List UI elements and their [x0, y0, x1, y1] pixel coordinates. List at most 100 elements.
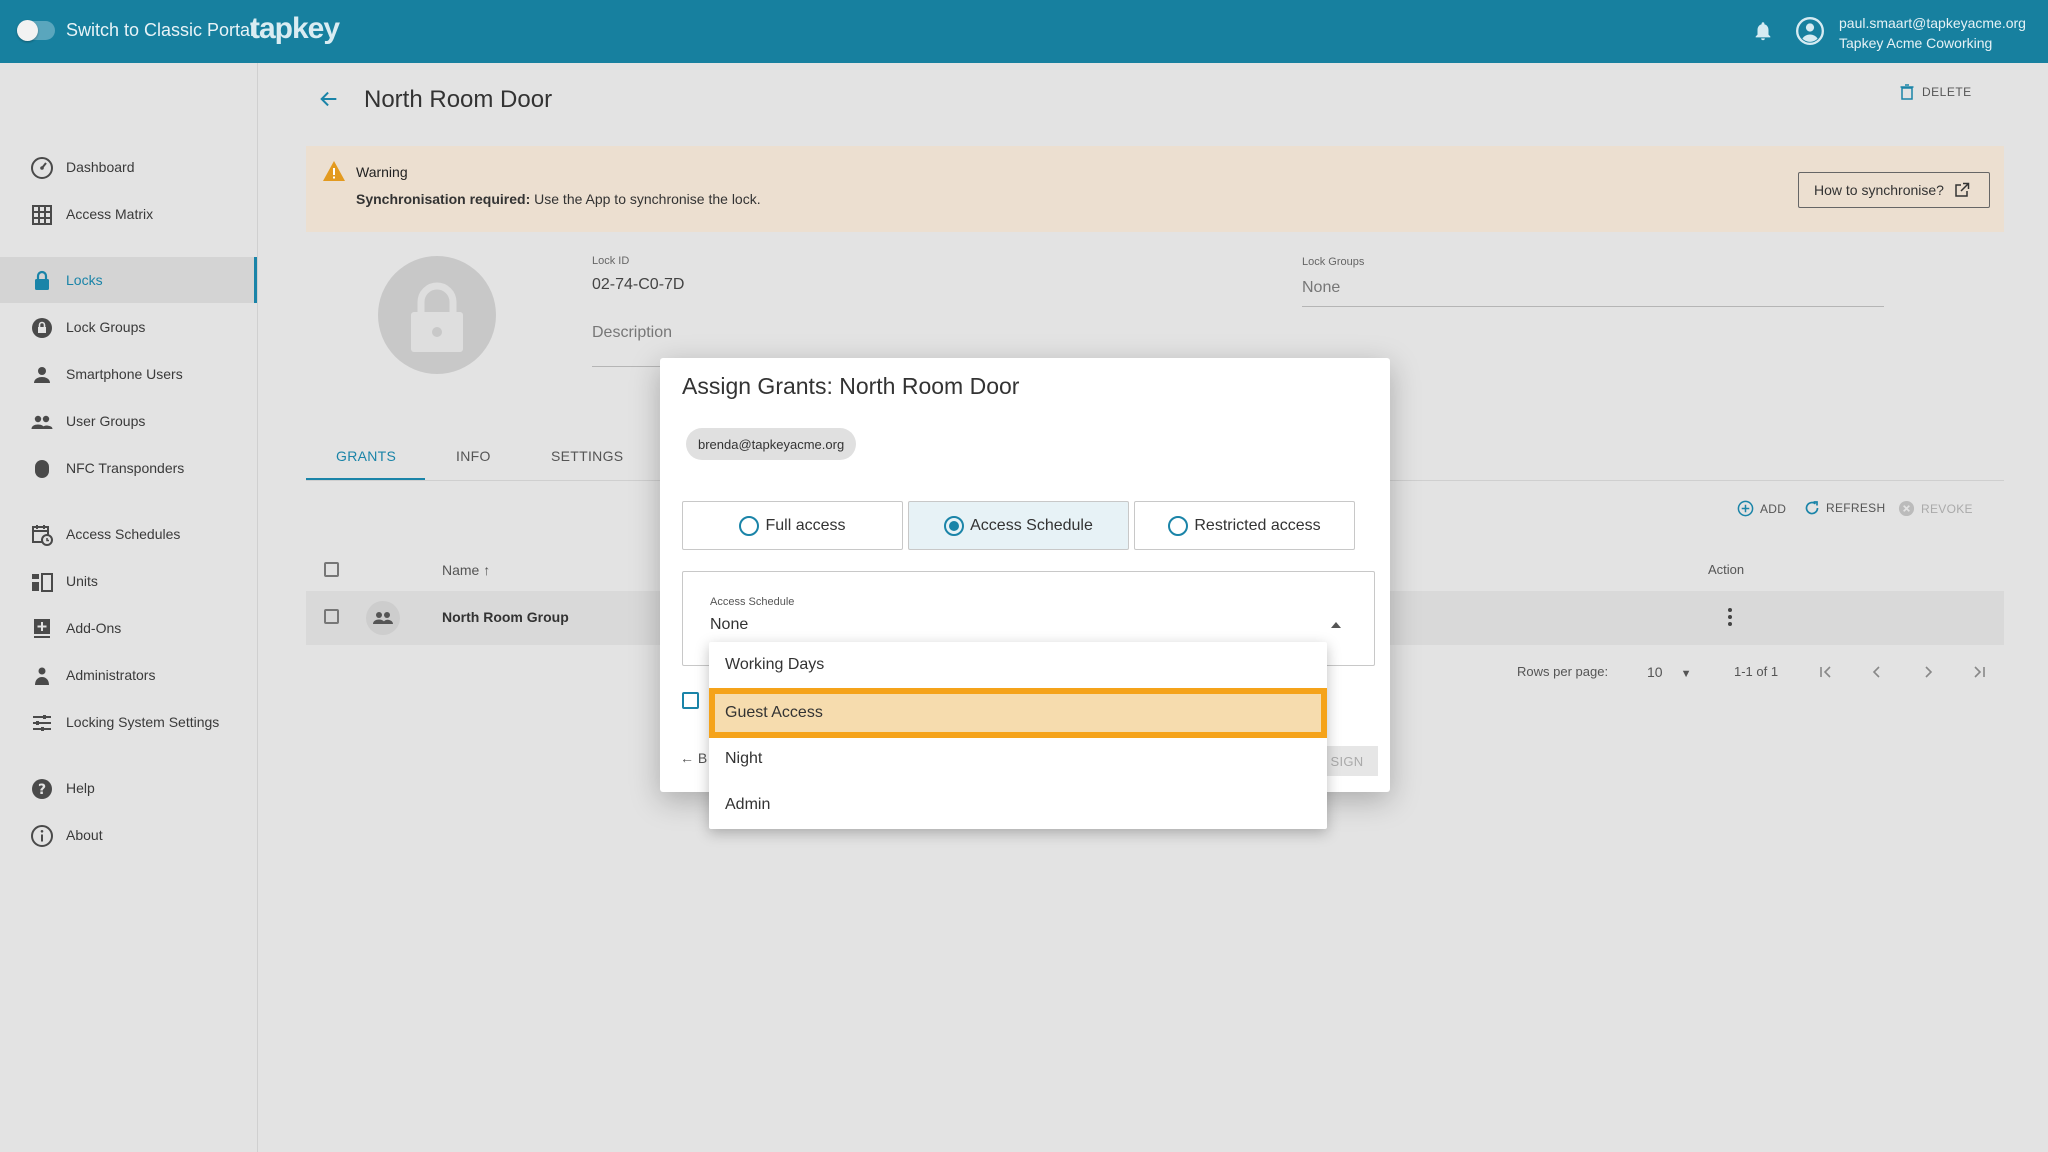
next-page-icon[interactable]	[1920, 664, 1936, 680]
dialog-back-label: B	[697, 750, 708, 766]
sidebar-item-administrators[interactable]: Administrators	[0, 652, 257, 698]
back-arrow-icon[interactable]	[318, 88, 340, 110]
sidebar-item-label: Units	[66, 573, 98, 589]
page-title: North Room Door	[364, 86, 553, 113]
access-schedule-label: Access Schedule	[970, 516, 1093, 534]
last-page-icon[interactable]	[1971, 664, 1987, 680]
dialog-checkbox[interactable]	[682, 692, 699, 709]
group-avatar	[366, 601, 400, 635]
tab-info[interactable]: INFO	[456, 448, 491, 464]
sidebar-item-label: Smartphone Users	[66, 366, 183, 382]
access-schedule-option[interactable]: Access Schedule	[908, 501, 1129, 550]
user-chip[interactable]: brenda@tapkeyacme.org	[686, 428, 857, 460]
previous-page-icon[interactable]	[1869, 664, 1885, 680]
external-link-icon	[1955, 182, 1970, 197]
sidebar-item-help[interactable]: ? Help	[0, 765, 257, 811]
sidebar-item-smartphone-users[interactable]: Smartphone Users	[0, 351, 257, 397]
radio-button-selected	[944, 515, 965, 536]
sync-button-label: How to synchronise?	[1814, 182, 1944, 198]
how-to-synchronise-button[interactable]: How to synchronise?	[1798, 172, 1990, 208]
lock-id-value: 02-74-C0-7D	[592, 276, 685, 293]
revoke-label: REVOKE	[1921, 501, 1973, 516]
sidebar-item-units[interactable]: Units	[0, 558, 257, 604]
people-icon	[31, 415, 53, 429]
sliders-icon	[33, 715, 51, 731]
dashboard-icon	[31, 157, 53, 179]
sidebar-item-label: Access Schedules	[66, 526, 181, 542]
revoke-icon	[1898, 500, 1915, 517]
nfc-icon	[35, 460, 49, 478]
sidebar-item-about[interactable]: About	[0, 812, 257, 858]
full-access-label: Full access	[765, 516, 846, 534]
row-name: North Room Group	[442, 609, 569, 625]
warning-icon	[323, 161, 345, 181]
restricted-access-option[interactable]: Restricted access	[1134, 501, 1355, 550]
refresh-button[interactable]: REFRESH	[1804, 500, 1885, 516]
rows-per-page-label: Rows per page:	[1517, 664, 1609, 679]
lock-id-label: Lock ID	[592, 255, 630, 267]
warning-title: Warning	[356, 164, 408, 180]
row-checkbox[interactable]	[324, 609, 339, 624]
account-icon[interactable]	[1796, 17, 1824, 45]
description-field[interactable]: Description	[592, 324, 672, 342]
add-circle-icon	[1737, 500, 1754, 517]
tab-grants[interactable]: GRANTS	[336, 448, 396, 464]
top-bar: Switch to Classic Portal tapkey paul.sma…	[0, 0, 2048, 63]
calendar-clock-icon	[32, 525, 53, 546]
toggle-knob	[17, 20, 38, 41]
warning-text: Use the App to synchronise the lock.	[530, 191, 761, 207]
sidebar: Dashboard Access Matrix Locks Lock Group…	[0, 63, 258, 1152]
restricted-access-label: Restricted access	[1194, 516, 1321, 534]
sidebar-item-label: Access Matrix	[66, 206, 154, 222]
sidebar-item-access-matrix[interactable]: Access Matrix	[0, 191, 257, 237]
user-email[interactable]: paul.smaart@tapkeyacme.org	[1839, 15, 2026, 31]
select-value: None	[710, 616, 749, 633]
user-organisation[interactable]: Tapkey Acme Coworking	[1839, 35, 1992, 51]
add-box-icon	[34, 619, 50, 638]
rows-per-page-value: 10	[1647, 664, 1663, 680]
select-label: Access Schedule	[710, 596, 795, 608]
add-button[interactable]: ADD	[1737, 500, 1786, 517]
tab-settings[interactable]: SETTINGS	[551, 448, 623, 464]
sidebar-item-user-groups[interactable]: User Groups	[0, 398, 257, 444]
dialog-back-button[interactable]: ← B	[680, 750, 707, 766]
caret-down-icon: ▼	[1680, 668, 1692, 680]
rows-per-page-select[interactable]: 10 ▼	[1647, 664, 1691, 680]
revoke-button[interactable]: REVOKE	[1898, 500, 1973, 517]
lock-group-icon	[32, 318, 52, 338]
pagination-range: 1-1 of 1	[1734, 664, 1779, 679]
bell-icon[interactable]	[1752, 18, 1774, 44]
delete-button[interactable]: DELETE	[1900, 84, 1972, 100]
sync-warning-banner: Warning Synchronisation required: Use th…	[306, 146, 2004, 232]
sidebar-item-nfc-transponders[interactable]: NFC Transponders	[0, 445, 257, 491]
option-working-days[interactable]: Working Days	[709, 642, 1327, 688]
help-icon: ?	[32, 779, 52, 799]
select-all-checkbox[interactable]	[324, 562, 339, 577]
sidebar-item-add-ons[interactable]: Add-Ons	[0, 605, 257, 651]
tapkey-logo[interactable]: tapkey	[250, 12, 340, 46]
first-page-icon[interactable]	[1818, 664, 1834, 680]
sidebar-item-locking-system-settings[interactable]: Locking System Settings	[0, 699, 257, 745]
sort-arrow-up-icon: ↑	[483, 562, 491, 578]
option-night[interactable]: Night	[709, 736, 1327, 782]
lock-icon	[411, 282, 463, 352]
lock-groups-value[interactable]: None	[1302, 279, 1340, 297]
more-vertical-icon[interactable]	[1726, 605, 1734, 629]
sidebar-item-access-schedules[interactable]: Access Schedules	[0, 511, 257, 557]
column-header-action: Action	[1708, 562, 1745, 577]
sidebar-item-lock-groups[interactable]: Lock Groups	[0, 304, 257, 350]
full-access-option[interactable]: Full access	[682, 501, 903, 550]
caret-up-icon	[1331, 622, 1341, 628]
sidebar-item-locks[interactable]: Locks	[0, 257, 257, 303]
classic-portal-toggle[interactable]	[17, 20, 55, 41]
column-header-name[interactable]: Name ↑	[442, 562, 490, 578]
name-header-label: Name	[442, 562, 480, 578]
sidebar-item-label: Locks	[66, 272, 103, 288]
trash-icon	[1900, 84, 1914, 100]
lock-groups-label: Lock Groups	[1302, 256, 1365, 268]
option-guest-access[interactable]: Guest Access	[709, 688, 1327, 738]
admin-icon	[35, 667, 49, 685]
switch-label[interactable]: Switch to Classic Portal	[66, 20, 254, 41]
sidebar-item-dashboard[interactable]: Dashboard	[0, 144, 257, 190]
option-admin[interactable]: Admin	[709, 782, 1327, 828]
